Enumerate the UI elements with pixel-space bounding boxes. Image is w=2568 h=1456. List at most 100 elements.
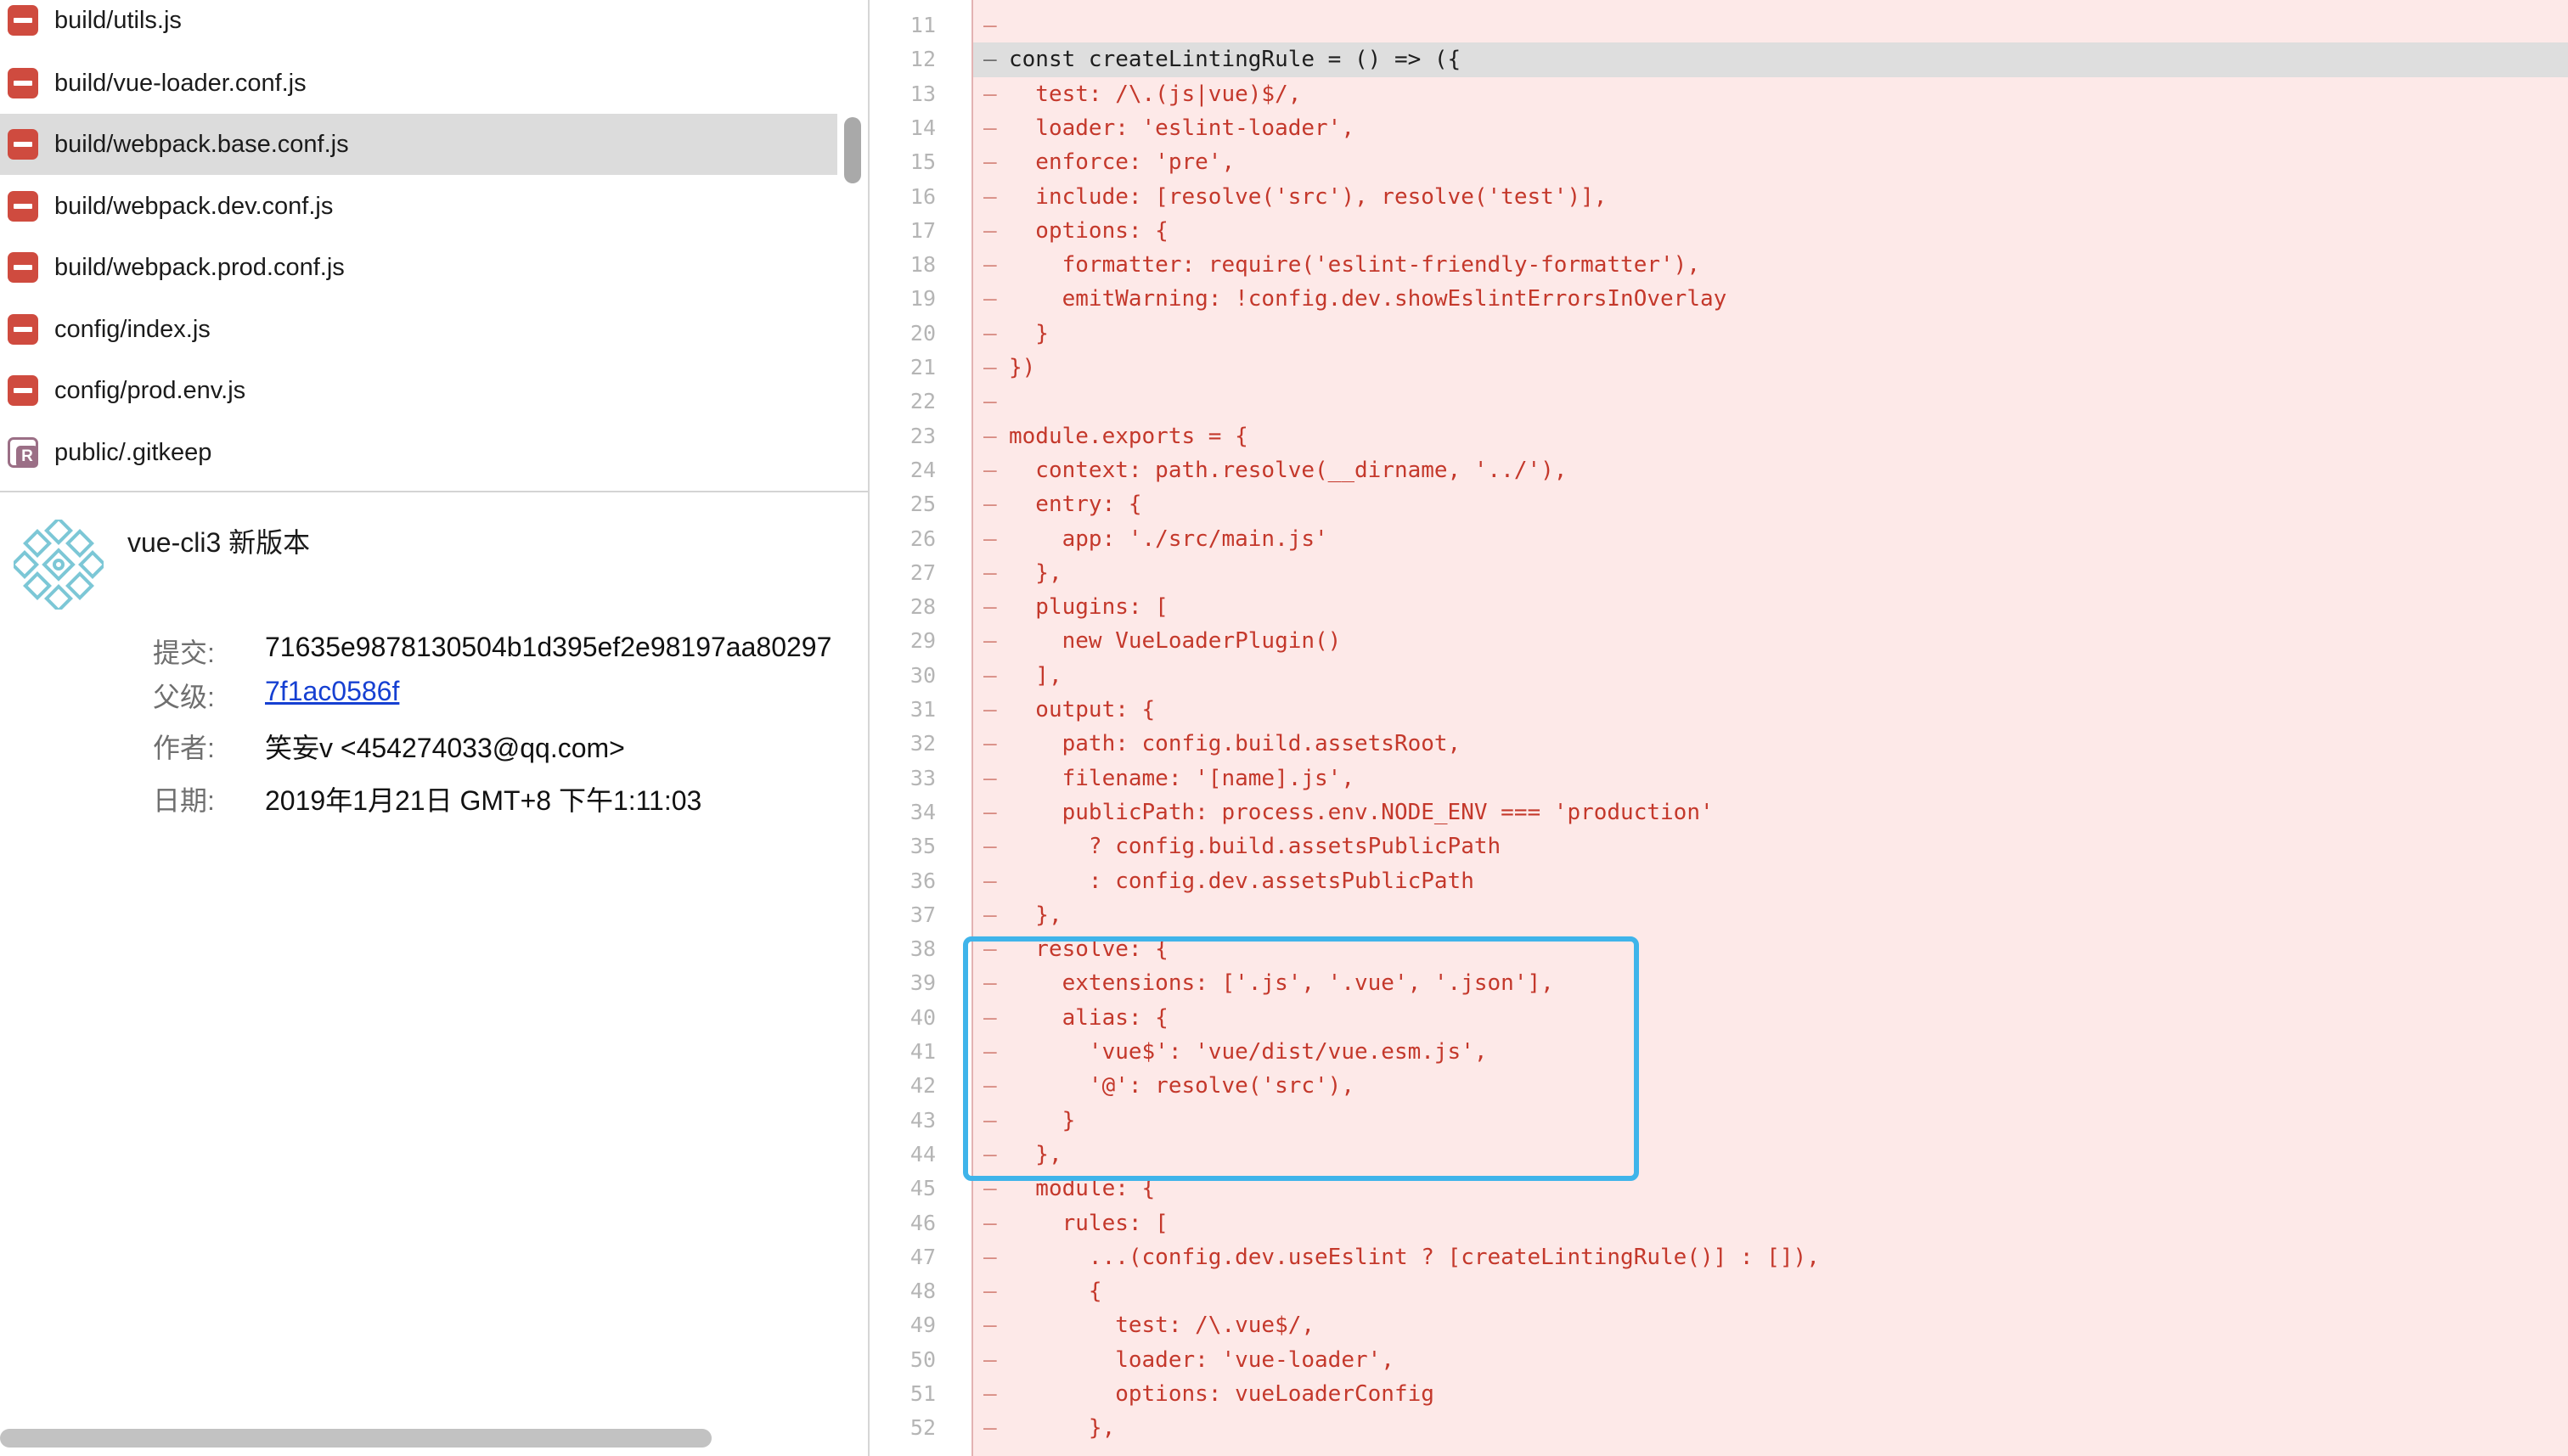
code-text: ...(config.dev.useEslint ? [createLintin…	[1009, 1244, 1820, 1270]
diff-line: 47 – ...(config.dev.useEslint ? [createLi…	[871, 1240, 2568, 1274]
diff-line: 15 – enforce: 'pre',	[871, 145, 2568, 179]
parent-hash-link[interactable]: 7f1ac0586f	[265, 676, 399, 707]
line-number: 12	[910, 47, 936, 72]
line-number: 39	[910, 970, 936, 996]
code-text: }	[1009, 320, 1049, 346]
removed-line-marker: –	[983, 902, 997, 928]
removed-line-marker: –	[983, 662, 997, 689]
removed-line-marker: –	[983, 1244, 997, 1270]
diff-line: 22 –	[871, 385, 2568, 419]
removed-line-marker: –	[983, 594, 997, 621]
code-text: enforce: 'pre',	[1009, 149, 1236, 176]
file-list-item[interactable]: build/webpack.prod.conf.js	[0, 237, 837, 298]
line-number: 44	[910, 1141, 936, 1166]
diff-line: 16 – include: [resolve('src'), resolve('t…	[871, 180, 2568, 214]
diff-line: 32 – path: config.build.assetsRoot,	[871, 727, 2568, 761]
line-number: 38	[910, 936, 936, 962]
diff-line: 52 – },	[871, 1411, 2568, 1445]
file-list-item[interactable]: build/webpack.base.conf.js	[0, 114, 837, 175]
removed-line-marker: –	[983, 1279, 997, 1305]
line-number: 45	[910, 1176, 936, 1201]
diff-line: 21 –})	[871, 351, 2568, 385]
code-text: : config.dev.assetsPublicPath	[1009, 868, 1474, 894]
deleted-file-icon	[8, 191, 38, 222]
file-list-item[interactable]: Rpublic/.gitkeep	[0, 422, 837, 483]
removed-line-marker: –	[983, 457, 997, 483]
commit-hash: 71635e9878130504b1d395ef2e98197aa80297	[265, 632, 832, 662]
line-number: 51	[910, 1381, 936, 1406]
diff-line: 11 –	[871, 8, 2568, 42]
line-number: 25	[910, 492, 936, 517]
file-name: config/index.js	[54, 315, 211, 343]
line-number: 23	[910, 423, 936, 448]
line-number: 40	[910, 1004, 936, 1030]
file-name: build/webpack.dev.conf.js	[54, 192, 334, 220]
diff-line: 12 – const createLintingRule = () => ({	[871, 42, 2568, 77]
code-text: {	[1009, 1279, 1102, 1305]
line-number: 50	[910, 1346, 936, 1372]
file-list-item[interactable]: config/index.js	[0, 299, 837, 360]
code-text: context: path.resolve(__dirname, '../'),	[1009, 457, 1568, 483]
line-number: 42	[910, 1073, 936, 1099]
line-number: 46	[910, 1210, 936, 1235]
diff-line: 13 – test: /\.(js|vue)$/,	[871, 77, 2568, 111]
removed-line-marker: –	[983, 868, 997, 894]
removed-line-marker: –	[983, 1313, 997, 1339]
file-list-item[interactable]: build/utils.js	[0, 0, 837, 51]
code-text: test: /\.(js|vue)$/,	[1009, 81, 1302, 107]
line-number: 14	[910, 115, 936, 140]
code-text: plugins: [	[1009, 594, 1169, 621]
line-number: 43	[910, 1107, 936, 1133]
line-number: 21	[910, 355, 936, 379]
date-label: 日期:	[153, 785, 215, 816]
file-name: public/.gitkeep	[54, 438, 212, 466]
code-text: options: {	[1009, 217, 1169, 244]
line-number: 29	[910, 628, 936, 654]
file-list-item[interactable]: build/vue-loader.conf.js	[0, 53, 837, 114]
code-text: ],	[1009, 662, 1062, 689]
code-text: app: './src/main.js'	[1009, 526, 1328, 552]
horizontal-scrollbar[interactable]	[0, 1429, 712, 1448]
removed-line-marker: –	[983, 81, 997, 107]
line-number: 48	[910, 1279, 936, 1304]
line-number: 30	[910, 662, 936, 688]
removed-line-marker: –	[983, 765, 997, 791]
diff-line: 33 – filename: '[name].js',	[871, 762, 2568, 795]
code-text: ? config.build.assetsPublicPath	[1009, 834, 1501, 860]
author-label: 作者:	[153, 733, 215, 763]
file-list-item[interactable]: config/prod.env.js	[0, 360, 837, 421]
removed-line-marker: –	[983, 1381, 997, 1407]
file-list-scrollbar[interactable]	[844, 117, 861, 183]
diff-line: 49 – test: /\.vue$/,	[871, 1308, 2568, 1342]
diff-line: 14 – loader: 'eslint-loader',	[871, 111, 2568, 145]
line-number: 33	[910, 765, 936, 790]
removed-line-marker: –	[983, 286, 997, 312]
removed-line-marker: –	[983, 389, 997, 415]
diff-line: 30 – ],	[871, 659, 2568, 693]
removed-line-marker: –	[983, 1210, 997, 1236]
line-number: 19	[910, 286, 936, 312]
code-text: loader: 'eslint-loader',	[1009, 115, 1354, 141]
annotation-highlight-box	[963, 936, 1639, 1181]
line-number: 15	[910, 149, 936, 175]
line-number: 35	[910, 834, 936, 859]
removed-line-marker: –	[983, 252, 997, 278]
diff-line: 18 – formatter: require('eslint-friendly-…	[871, 248, 2568, 282]
deleted-file-icon	[8, 252, 38, 283]
code-text: rules: [	[1009, 1210, 1169, 1236]
code-text: entry: {	[1009, 492, 1142, 518]
removed-line-marker: –	[983, 492, 997, 518]
deleted-file-icon	[8, 314, 38, 345]
code-text: loader: 'vue-loader',	[1009, 1346, 1394, 1373]
removed-line-marker: –	[983, 559, 997, 586]
parent-label: 父级:	[153, 682, 215, 712]
diff-line: 50 – loader: 'vue-loader',	[871, 1343, 2568, 1377]
diff-line: 46 – rules: [	[871, 1206, 2568, 1240]
diff-line: 29 – new VueLoaderPlugin()	[871, 624, 2568, 658]
removed-line-marker: –	[983, 834, 997, 860]
line-number: 34	[910, 799, 936, 824]
diff-line: 35 – ? config.build.assetsPublicPath	[871, 829, 2568, 863]
renamed-file-icon: R	[8, 437, 38, 468]
file-list-item[interactable]: build/webpack.dev.conf.js	[0, 176, 837, 237]
line-number: 17	[910, 217, 936, 243]
